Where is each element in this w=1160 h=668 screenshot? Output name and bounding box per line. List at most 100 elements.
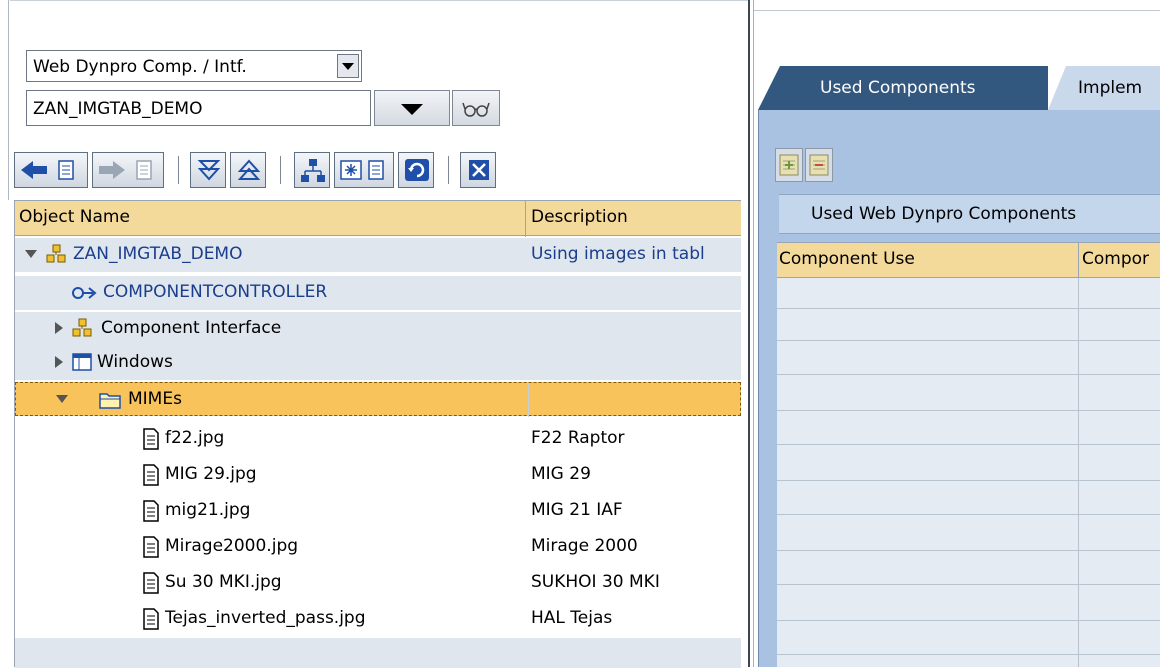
table-row[interactable]: [777, 584, 1160, 585]
document-icon: [143, 428, 159, 450]
table-header: Component Use Compor: [777, 242, 1160, 279]
column-header-component[interactable]: Compor: [1082, 249, 1149, 269]
expanded-triangle-icon[interactable]: [56, 395, 68, 403]
document-icon: [143, 572, 159, 594]
component-editor-panel: Used Components Implem Used Web Dynpro C…: [754, 0, 1160, 667]
forward-arrow-icon: [99, 160, 152, 180]
tree-node-file[interactable]: Su 30 MKI.jpg SUKHOI 30 MKI: [15, 566, 741, 600]
column-header-description[interactable]: Description: [531, 207, 628, 227]
document-icon: [143, 608, 159, 630]
back-button[interactable]: [14, 152, 88, 188]
tree-node-label: Component Interface: [101, 318, 282, 338]
toolbar-separator: [448, 156, 449, 184]
document-icon: [143, 464, 159, 486]
file-description: MIG 29: [531, 464, 591, 484]
object-type-value: Web Dynpro Comp. / Intf.: [33, 57, 247, 77]
document-icon: [143, 500, 159, 522]
collapsed-triangle-icon[interactable]: [55, 356, 63, 368]
file-name: Tejas_inverted_pass.jpg: [165, 608, 366, 628]
component-icon: [46, 244, 66, 263]
column-header-object-name[interactable]: Object Name: [19, 207, 130, 227]
folder-icon: [99, 393, 121, 409]
table-row[interactable]: [777, 410, 1160, 411]
expanded-triangle-icon[interactable]: [25, 250, 37, 258]
tab-label: Implem: [1078, 78, 1143, 98]
display-glasses-button[interactable]: [452, 90, 500, 126]
hierarchy-icon: [301, 159, 325, 182]
document-icon: [143, 536, 159, 558]
tree-node-label: ZAN_IMGTAB_DEMO: [73, 244, 243, 264]
tree-node-windows[interactable]: Windows: [15, 346, 741, 380]
repository-browser-panel: Web Dynpro Comp. / Intf. ZAN_IMGTAB_DEMO: [0, 0, 748, 668]
tree-node-file[interactable]: MIG 29.jpg MIG 29: [15, 458, 741, 492]
tree-node-label: COMPONENTCONTROLLER: [103, 282, 328, 302]
file-description: HAL Tejas: [531, 608, 613, 628]
toolbar-separator: [280, 156, 281, 184]
table-row[interactable]: [777, 444, 1160, 445]
tree-node-label: MIMEs: [128, 389, 182, 409]
file-name: f22.jpg: [165, 428, 225, 448]
table-row[interactable]: [777, 550, 1160, 551]
column-separator[interactable]: [525, 201, 526, 237]
delete-row-button[interactable]: [805, 148, 833, 182]
panel-border: [10, 0, 748, 1]
tree-node-mimes[interactable]: MIMEs: [15, 382, 741, 417]
back-arrow-icon: [21, 160, 74, 180]
select-dropdown-arrow-icon[interactable]: [337, 54, 359, 78]
table-row[interactable]: [777, 308, 1160, 309]
tab-implemented-interfaces[interactable]: Implem: [1048, 66, 1160, 110]
tree-node-root[interactable]: ZAN_IMGTAB_DEMO Using images in tabl: [15, 238, 741, 272]
object-dropdown-button[interactable]: [374, 90, 450, 126]
table-row[interactable]: [777, 374, 1160, 375]
expand-button[interactable]: [190, 152, 226, 188]
tree-node-file[interactable]: f22.jpg F22 Raptor: [15, 422, 741, 456]
object-name-input[interactable]: ZAN_IMGTAB_DEMO: [26, 90, 371, 126]
tree-node-file[interactable]: Mirage2000.jpg Mirage 2000: [15, 530, 741, 564]
object-type-select[interactable]: Web Dynpro Comp. / Intf.: [26, 50, 362, 82]
file-name: Su 30 MKI.jpg: [165, 572, 282, 592]
table-row[interactable]: [777, 620, 1160, 621]
collapse-button[interactable]: [230, 152, 266, 188]
tree-header: Object Name Description: [15, 200, 741, 237]
table-row[interactable]: [777, 340, 1160, 341]
file-description: SUKHOI 30 MKI: [531, 572, 660, 592]
tab-used-components[interactable]: Used Components: [758, 66, 1048, 110]
refresh-button[interactable]: [398, 152, 434, 188]
panel-border: [754, 0, 1160, 11]
column-divider: [528, 383, 529, 417]
tree-node-file[interactable]: Tejas_inverted_pass.jpg HAL Tejas: [15, 602, 741, 636]
table-row[interactable]: [777, 654, 1160, 655]
close-button[interactable]: [460, 152, 496, 188]
insert-row-icon: [779, 154, 799, 176]
tree-node-componentcontroller[interactable]: COMPONENTCONTROLLER: [15, 276, 741, 310]
controller-icon: [72, 287, 97, 299]
delete-row-icon: [809, 154, 829, 176]
object-tree: Object Name Description ZAN_IMGTAB_DEMO …: [14, 200, 741, 668]
display-object-button[interactable]: [334, 152, 394, 188]
tab-content: Used Web Dynpro Components Component Use…: [758, 110, 1160, 667]
file-name: mig21.jpg: [165, 500, 251, 520]
hierarchy-button[interactable]: [294, 152, 330, 188]
column-header-component-use[interactable]: Component Use: [779, 249, 915, 269]
table-row[interactable]: [777, 480, 1160, 481]
collapse-icon: [237, 159, 261, 180]
tree-node-label: Windows: [97, 352, 173, 372]
column-divider: [1078, 278, 1079, 667]
window-icon: [72, 353, 92, 371]
close-icon: [469, 160, 489, 180]
panel-border-left: [8, 0, 9, 200]
insert-row-button[interactable]: [775, 148, 803, 182]
tree-node-file[interactable]: mig21.jpg MIG 21 IAF: [15, 494, 741, 528]
display-object-icon: [340, 160, 384, 180]
column-separator[interactable]: [1078, 243, 1079, 279]
collapsed-triangle-icon[interactable]: [55, 322, 63, 334]
tree-node-component-interface[interactable]: Component Interface: [15, 312, 741, 346]
toolbar-separator: [178, 156, 179, 184]
forward-button[interactable]: [92, 152, 164, 188]
tree-empty-area: [15, 638, 741, 668]
table-title: Used Web Dynpro Components: [811, 204, 1077, 224]
object-name-value: ZAN_IMGTAB_DEMO: [33, 99, 203, 119]
glasses-icon: [462, 102, 490, 117]
tabstrip: Used Components Implem: [754, 60, 1160, 110]
table-row[interactable]: [777, 514, 1160, 515]
